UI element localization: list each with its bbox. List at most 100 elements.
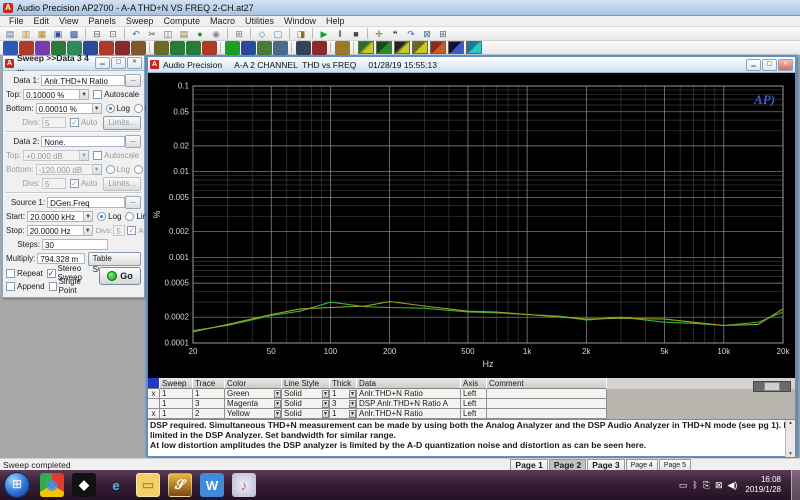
data2-auto-checkbox[interactable] xyxy=(70,179,79,188)
tray-icon[interactable]: ⎘ xyxy=(703,480,710,491)
toolbar-button[interactable]: ◨ xyxy=(294,27,309,41)
start-button[interactable]: ⊞ xyxy=(4,472,30,498)
menu-item[interactable]: Compute xyxy=(158,16,205,26)
menu-item[interactable]: Window xyxy=(279,16,321,26)
cell-line-style[interactable]: Solid▼ xyxy=(282,389,330,399)
cell-axis[interactable]: Left xyxy=(461,389,487,399)
toolbar-button[interactable]: ▤ xyxy=(3,27,18,41)
toolbar-button[interactable]: ▦ xyxy=(99,41,114,55)
taskbar-app-icon[interactable]: ▭ xyxy=(136,473,160,497)
data2-autoscale-checkbox[interactable] xyxy=(93,151,102,160)
chevron-down-icon[interactable]: ▼ xyxy=(84,211,93,222)
cell-thick[interactable]: 3▼ xyxy=(330,399,357,409)
chevron-down-icon[interactable]: ▼ xyxy=(322,410,329,418)
col-trace[interactable]: Trace xyxy=(193,378,225,389)
thd-vs-freq-plot[interactable]: 0.10.050.020.010.0050.0020.0010.00050.00… xyxy=(148,73,795,378)
taskbar-app-icon[interactable]: 𝒮 xyxy=(168,473,192,497)
col-data[interactable]: Data xyxy=(357,378,461,389)
data2-bottom-value[interactable]: -120.000 dB xyxy=(36,164,93,175)
minimize-icon[interactable]: ▁ xyxy=(746,59,761,71)
cell-data[interactable]: Anlr.THD+N Ratio xyxy=(357,409,461,419)
append-checkbox[interactable] xyxy=(6,282,15,291)
taskbar-app-icon[interactable]: W xyxy=(200,473,224,497)
data2-value[interactable]: None. xyxy=(41,136,125,147)
chevron-down-icon[interactable]: ▼ xyxy=(322,400,329,408)
chevron-down-icon[interactable]: ▼ xyxy=(274,400,281,408)
toolbar-button[interactable]: ⊟ xyxy=(296,41,311,55)
col-axis[interactable]: Axis xyxy=(461,378,487,389)
toolbar-button[interactable]: ● xyxy=(193,27,208,41)
chevron-down-icon[interactable]: ▼ xyxy=(322,390,329,398)
toolbar-button[interactable]: ✉ xyxy=(154,41,169,55)
cell-line-style[interactable]: Solid▼ xyxy=(282,399,330,409)
cell-color[interactable]: Yellow▼ xyxy=(225,409,282,419)
toolbar-button[interactable]: ‖ xyxy=(333,27,348,41)
toolbar-button[interactable] xyxy=(289,28,290,39)
toolbar-button[interactable] xyxy=(358,41,374,54)
toolbar-button[interactable]: ↶ xyxy=(129,27,144,41)
source1-divs-value[interactable]: 5 xyxy=(113,225,125,236)
graph-title-bar[interactable]: A Audio Precision A-A 2 CHANNEL THD vs F… xyxy=(148,57,795,73)
cell-color[interactable]: Green▼ xyxy=(225,389,282,399)
data1-autoscale-checkbox[interactable] xyxy=(93,90,102,99)
toolbar-button[interactable] xyxy=(353,42,354,53)
menu-item[interactable]: Panels xyxy=(83,16,121,26)
cell-sweep[interactable]: 1 xyxy=(160,389,193,399)
toolbar-button[interactable] xyxy=(227,28,228,39)
trace-visible-checkbox[interactable] xyxy=(148,399,160,409)
chevron-down-icon[interactable]: ▼ xyxy=(84,225,93,236)
toolbar-button[interactable]: ✱ xyxy=(186,41,201,55)
chevron-down-icon[interactable]: ▼ xyxy=(93,164,102,175)
toolbar-button[interactable]: ⊞ xyxy=(273,41,288,55)
single-point-checkbox[interactable] xyxy=(49,282,57,291)
data1-log-radio[interactable] xyxy=(106,104,115,113)
toolbar-button[interactable] xyxy=(394,41,410,54)
go-button[interactable]: Go xyxy=(99,267,141,285)
chevron-down-icon[interactable]: ▼ xyxy=(349,390,356,398)
trace-visible-checkbox[interactable]: x xyxy=(148,389,160,399)
toolbar-button[interactable]: ◇ xyxy=(255,27,270,41)
data1-limits-button[interactable]: Limits... xyxy=(103,116,141,130)
multiply-value[interactable]: 794.328 m xyxy=(37,253,84,264)
comment-scrollbar[interactable]: ▲ ▼ xyxy=(785,420,795,457)
source1-stop-value[interactable]: 20.0000 Hz xyxy=(27,225,84,236)
menu-item[interactable]: View xyxy=(54,16,83,26)
col-color[interactable]: Color xyxy=(225,378,282,389)
table-sweep-button[interactable]: Table Sweep... xyxy=(88,252,141,266)
taskbar-app-icon[interactable]: ◉ xyxy=(40,473,64,497)
data2-limits-button[interactable]: Limits... xyxy=(103,177,141,191)
data2-browse-button[interactable]: ... xyxy=(125,135,141,148)
toolbar-button[interactable]: ◫ xyxy=(161,27,176,41)
taskbar-app-icon[interactable]: e xyxy=(104,473,128,497)
taskbar-app-icon[interactable]: ◆ xyxy=(72,473,96,497)
steps-value[interactable]: 30 xyxy=(42,239,108,250)
source1-browse-button[interactable]: ... xyxy=(125,196,141,209)
menu-item[interactable]: Utilities xyxy=(240,16,279,26)
cell-line-style[interactable]: Solid▼ xyxy=(282,409,330,419)
toolbar-button[interactable] xyxy=(291,42,292,53)
close-icon[interactable]: ✕ xyxy=(778,59,793,71)
chevron-down-icon[interactable]: ▼ xyxy=(93,103,102,114)
cell-axis[interactable]: Left xyxy=(461,399,487,409)
repeat-checkbox[interactable] xyxy=(6,269,15,278)
toolbar-button[interactable]: ▩ xyxy=(67,27,82,41)
scroll-down-icon[interactable]: ▼ xyxy=(788,451,793,457)
toolbar-button[interactable]: ⊡ xyxy=(106,27,121,41)
toolbar-button[interactable]: ▤ xyxy=(335,41,350,55)
taskbar-clock[interactable]: 16:08 2019/1/28 xyxy=(745,475,781,495)
toolbar-button[interactable]: ↷ xyxy=(404,27,419,41)
menu-item[interactable]: File xyxy=(4,16,29,26)
toolbar-button[interactable]: ♜ xyxy=(312,41,327,55)
chevron-down-icon[interactable]: ▼ xyxy=(274,410,281,418)
taskbar-app-icon[interactable]: ♪ xyxy=(232,473,256,497)
toolbar-button[interactable]: ✓ xyxy=(170,41,185,55)
cell-thick[interactable]: 1▼ xyxy=(330,389,357,399)
tray-icon[interactable]: ◀) xyxy=(727,480,737,491)
data1-browse-button[interactable]: ... xyxy=(125,74,141,87)
toolbar-button[interactable]: ◉ xyxy=(209,27,224,41)
toolbar-button[interactable] xyxy=(330,42,331,53)
toolbar-button[interactable]: ▤ xyxy=(177,27,192,41)
tray-icon[interactable]: ᛒ xyxy=(692,480,697,490)
cell-color[interactable]: Magenta▼ xyxy=(225,399,282,409)
source1-log-radio[interactable] xyxy=(97,212,106,221)
